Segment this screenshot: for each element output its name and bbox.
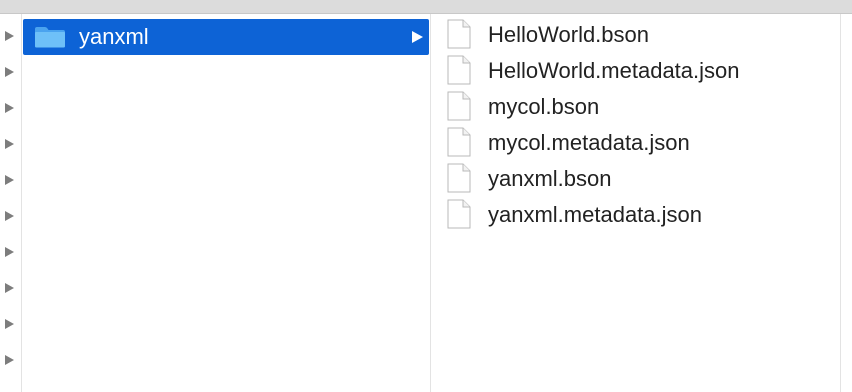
- disclosure-triangle-icon: [5, 139, 14, 149]
- file-icon: [447, 91, 471, 121]
- disclosure-triangle-icon: [5, 103, 14, 113]
- file-name: mycol.bson: [488, 94, 600, 119]
- file-row[interactable]: mycol.bson: [431, 88, 839, 124]
- disclosure-triangle-icon: [5, 67, 14, 77]
- file-row[interactable]: yanxml.metadata.json: [431, 196, 839, 232]
- disclosure-triangle-icon: [5, 211, 14, 221]
- finder-column-view: yanxml HelloWorld.bson HelloWorld.metada…: [0, 0, 852, 392]
- parent-row[interactable]: [0, 307, 22, 343]
- parent-row[interactable]: [0, 19, 22, 55]
- file-list-column[interactable]: HelloWorld.bson HelloWorld.metadata.json…: [431, 14, 841, 392]
- file-row[interactable]: mycol.metadata.json: [431, 124, 839, 160]
- disclosure-triangle-icon: [5, 175, 14, 185]
- disclosure-triangle-icon: [5, 355, 14, 365]
- empty-column[interactable]: [841, 14, 852, 392]
- file-name: yanxml.bson: [488, 166, 612, 191]
- file-icon: [447, 55, 471, 85]
- disclosure-triangle-icon: [5, 319, 14, 329]
- parent-row[interactable]: [0, 271, 22, 307]
- file-icon: [447, 127, 471, 157]
- folder-column[interactable]: yanxml: [22, 14, 431, 392]
- file-icon: [447, 163, 471, 193]
- file-row[interactable]: HelloWorld.metadata.json: [431, 52, 839, 88]
- parent-row[interactable]: [0, 235, 22, 271]
- parent-column[interactable]: [0, 14, 22, 392]
- disclosure-triangle-icon: [5, 247, 14, 257]
- folder-icon: [35, 27, 65, 48]
- folder-row-yanxml[interactable]: yanxml: [23, 19, 429, 55]
- file-name: HelloWorld.bson: [488, 22, 650, 47]
- file-row[interactable]: HelloWorld.bson: [431, 16, 839, 52]
- parent-row[interactable]: [0, 163, 22, 199]
- chevron-right-icon: [412, 31, 423, 43]
- file-name: mycol.metadata.json: [488, 130, 690, 155]
- parent-row[interactable]: [0, 55, 22, 91]
- file-icon: [447, 19, 471, 49]
- file-row[interactable]: yanxml.bson: [431, 160, 839, 196]
- parent-row[interactable]: [0, 343, 22, 379]
- file-name: yanxml.metadata.json: [488, 202, 702, 227]
- file-icon: [447, 199, 471, 229]
- parent-row[interactable]: [0, 127, 22, 163]
- folder-name: yanxml: [79, 24, 149, 49]
- parent-row[interactable]: [0, 199, 22, 235]
- disclosure-triangle-icon: [5, 283, 14, 293]
- column-header-border: [0, 0, 852, 14]
- file-name: HelloWorld.metadata.json: [488, 58, 740, 83]
- disclosure-triangle-icon: [5, 31, 14, 41]
- parent-row[interactable]: [0, 91, 22, 127]
